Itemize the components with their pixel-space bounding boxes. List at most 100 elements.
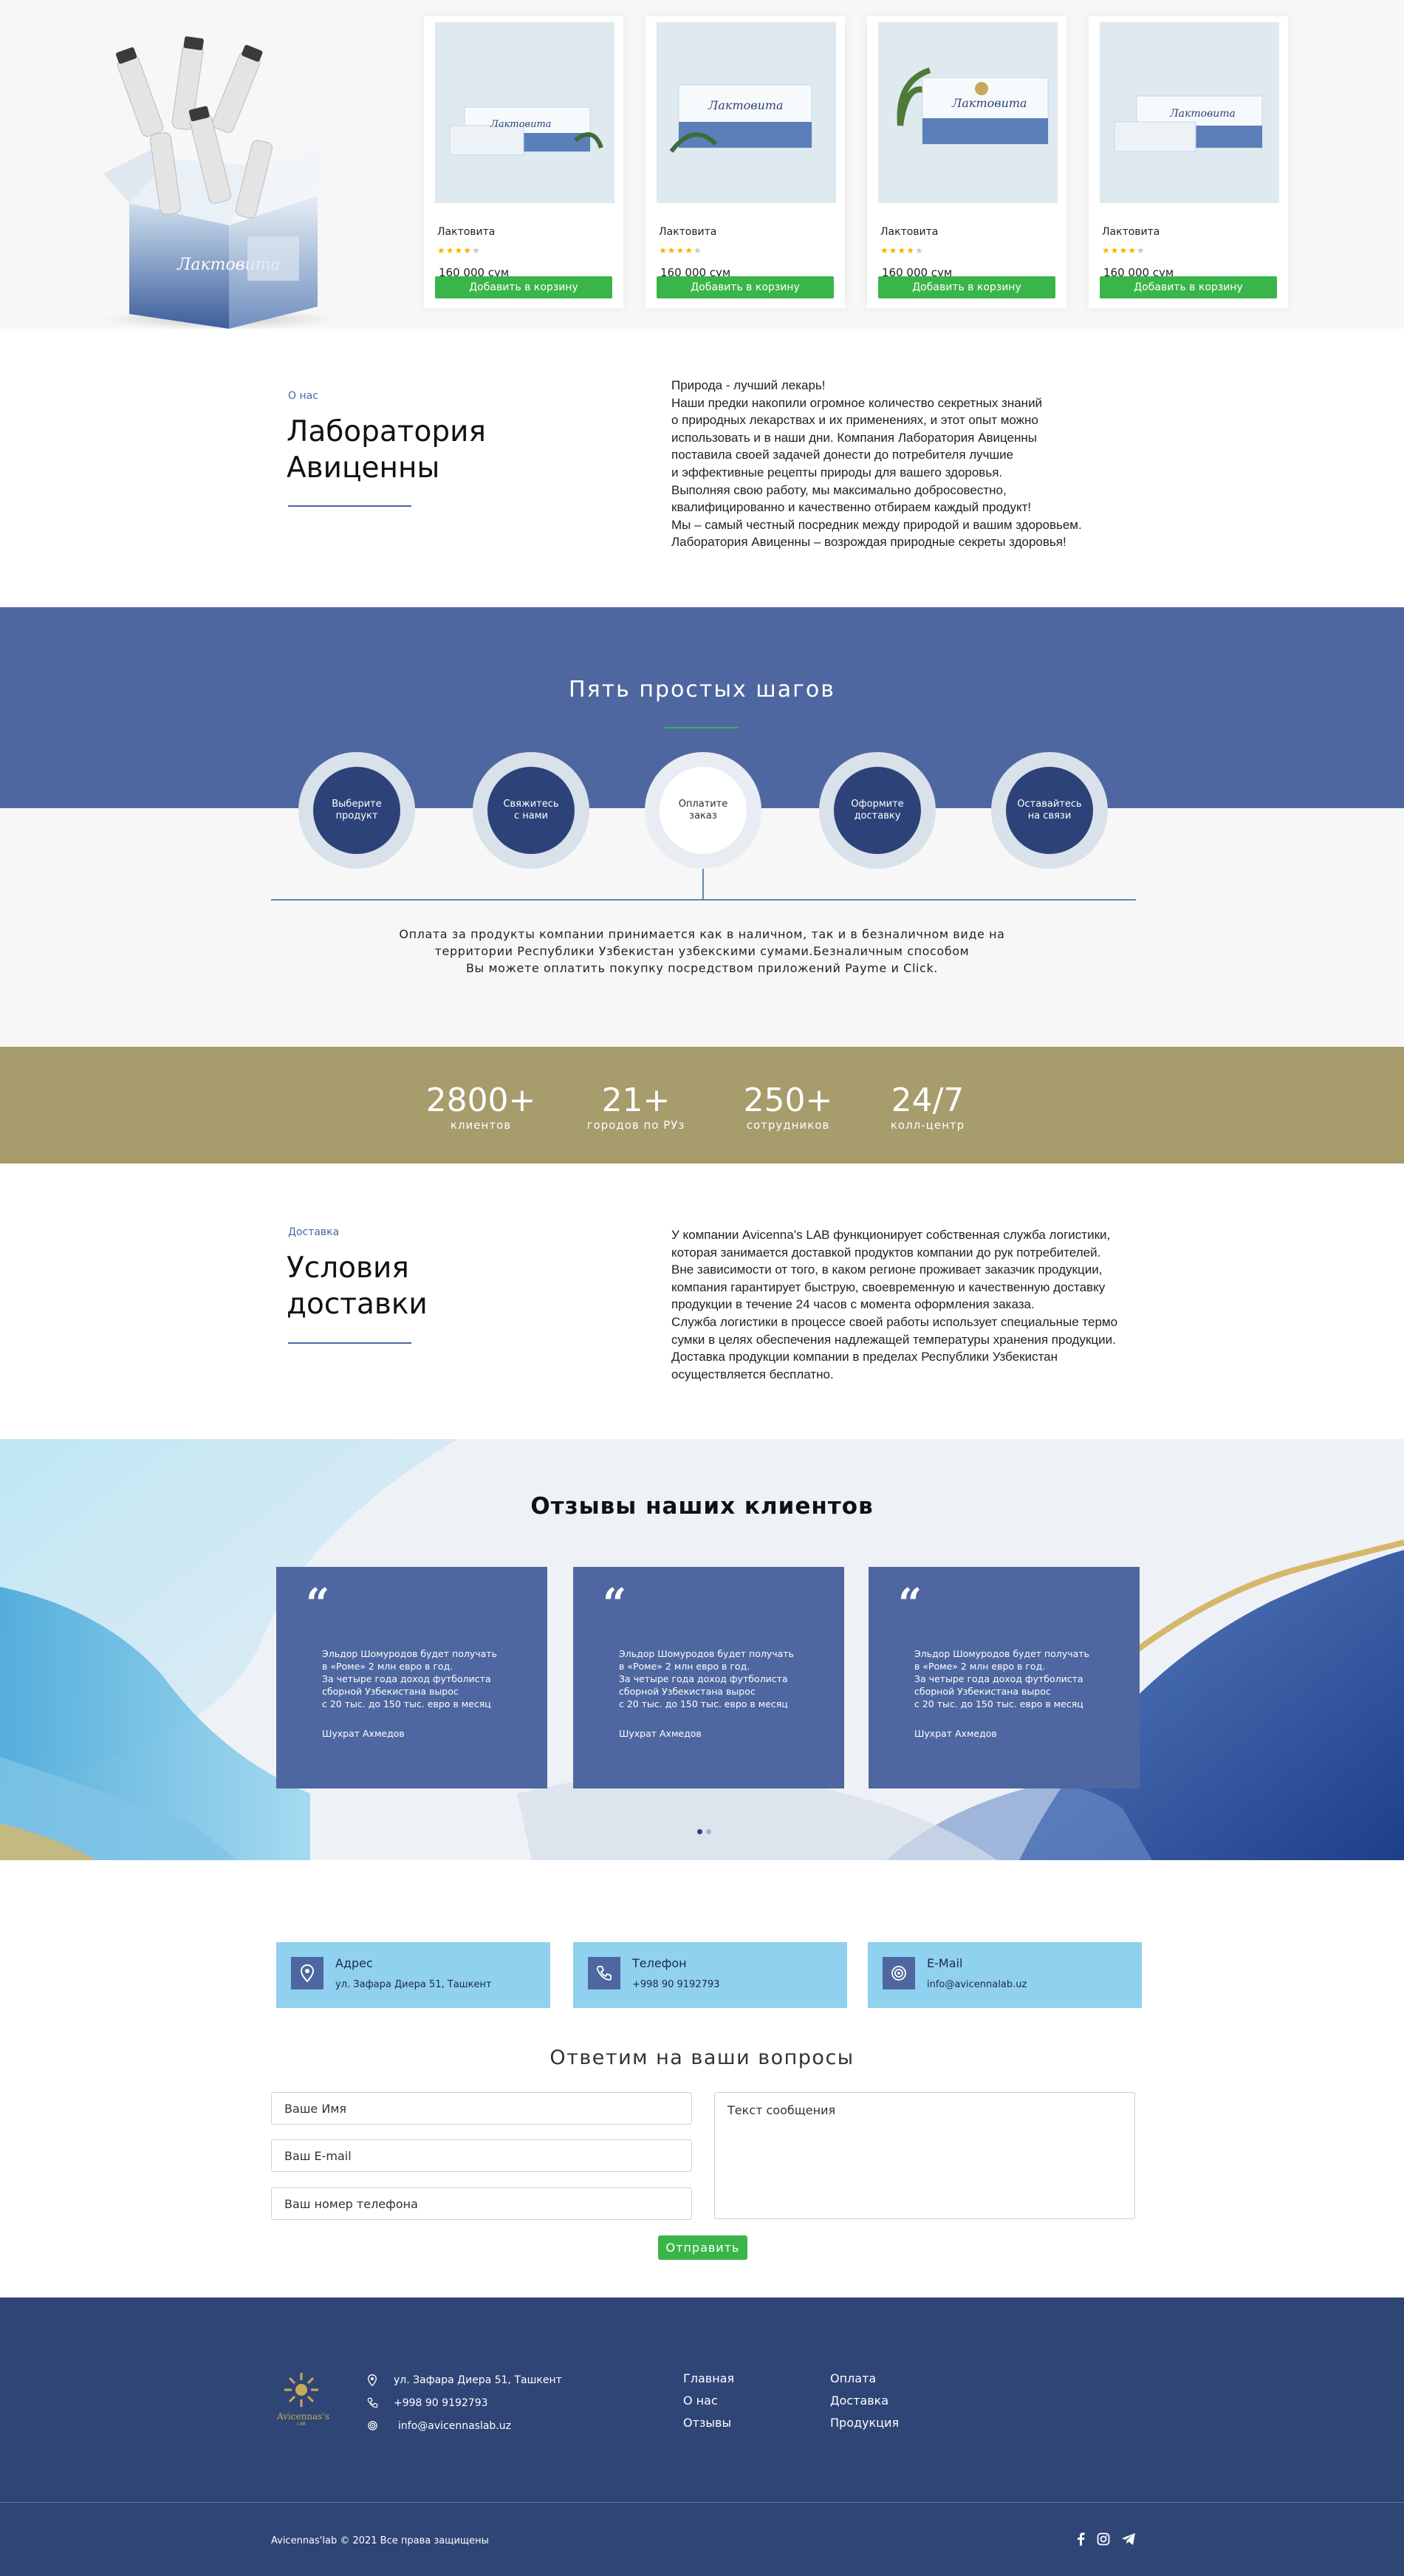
quote-icon: “: [306, 1579, 330, 1628]
stat-label: клиентов: [450, 1118, 512, 1132]
footer-logo-sub: LAB: [297, 2422, 306, 2427]
product-card: Лактовита Лактовита ★★★★★ 160 000 сум До…: [646, 16, 845, 308]
product-name[interactable]: Лактовита: [437, 226, 495, 238]
phone-icon: [588, 1957, 620, 1989]
svg-text:Лактовита: Лактовита: [490, 119, 552, 130]
about-kicker: О нас: [288, 390, 318, 402]
instagram-icon[interactable]: [1097, 2532, 1110, 2546]
add-to-cart-button[interactable]: Добавить в корзину: [657, 276, 834, 298]
contact-value[interactable]: +998 90 9192793: [632, 1979, 719, 1990]
footer-copyright: Avicennas'lab © 2021 Все права защищены: [271, 2535, 489, 2546]
phone-input[interactable]: Ваш номер телефона: [271, 2187, 692, 2220]
product-box-image: Лактовита: [89, 15, 340, 329]
delivery-title-underline: [288, 1342, 411, 1344]
footer-link-delivery[interactable]: Доставка: [830, 2394, 888, 2408]
footer-link-about[interactable]: О нас: [683, 2394, 718, 2408]
review-text: Эльдор Шомуродов будет получать в «Роме»…: [914, 1648, 1089, 1709]
step-label: Оставайтесь на связи: [1017, 799, 1082, 821]
footer-email[interactable]: info@avicennaslab.uz: [398, 2420, 511, 2432]
footer-link-products[interactable]: Продукция: [830, 2416, 899, 2430]
form-title: Ответим на ваши вопросы: [549, 2046, 855, 2069]
step-button[interactable]: Оставайтесь на связи: [1006, 767, 1093, 854]
review-text: Эльдор Шомуродов будет получать в «Роме»…: [619, 1648, 794, 1709]
delivery-kicker: Доставка: [288, 1226, 340, 1238]
product-image[interactable]: Лактовита: [435, 22, 614, 203]
stat-value: 24/7: [891, 1082, 965, 1119]
svg-text:Лактовита: Лактовита: [708, 98, 784, 112]
step-circle: Свяжитесь с нами: [473, 752, 589, 869]
about-text: Природа - лучший лекарь! Наши предки нак…: [671, 378, 1082, 550]
stats-section: 2800+ клиентов 21+ городов по РУз 250+ с…: [0, 1047, 1404, 1164]
step-label: Оформите доставку: [851, 799, 904, 821]
product-image[interactable]: Лактовита: [878, 22, 1058, 203]
product-image[interactable]: Лактовита: [657, 22, 836, 203]
stat-value: 2800+: [425, 1082, 536, 1119]
delivery-title: Условия доставки: [287, 1251, 428, 1321]
product-rating: ★★★★★: [437, 245, 481, 256]
footer-phone[interactable]: +998 90 9192793: [394, 2397, 488, 2409]
review-card: “ Эльдор Шомуродов будет получать в «Ром…: [869, 1567, 1140, 1788]
step-circle: Оформите доставку: [819, 752, 936, 869]
quote-icon: “: [603, 1579, 627, 1628]
product-name[interactable]: Лактовита: [659, 226, 716, 238]
step-circle-active: Оплатите заказ: [645, 752, 761, 869]
product-rating: ★★★★★: [659, 245, 702, 256]
location-pin-icon: [367, 2374, 377, 2386]
quote-icon: “: [898, 1579, 922, 1628]
review-author: Шухрат Ахмедов: [619, 1728, 702, 1739]
name-input[interactable]: Ваше Имя: [271, 2092, 692, 2125]
location-pin-icon: [291, 1957, 323, 1989]
submit-button[interactable]: Отправить: [658, 2235, 747, 2260]
add-to-cart-button[interactable]: Добавить в корзину: [878, 276, 1055, 298]
step-button[interactable]: Свяжитесь с нами: [487, 767, 575, 854]
step-label: Выберите продукт: [332, 799, 382, 821]
facebook-icon[interactable]: [1075, 2532, 1086, 2546]
step-label: Оплатите заказ: [678, 799, 728, 821]
product-image[interactable]: Лактовита: [1100, 22, 1279, 203]
product-card: Лактовита Лактовита ★★★★★ 160 000 сум До…: [1089, 16, 1288, 308]
contact-title: E-Mail: [927, 1956, 963, 1970]
review-author: Шухрат Ахмедов: [914, 1728, 997, 1739]
step-button[interactable]: Оплатите заказ: [660, 767, 747, 854]
step-button[interactable]: Оформите доставку: [834, 767, 921, 854]
phone-icon: [367, 2397, 378, 2408]
step-label: Свяжитесь с нами: [503, 799, 559, 821]
footer-divider: [0, 2502, 1404, 2503]
step-button[interactable]: Выберите продукт: [313, 767, 400, 854]
step-circle: Выберите продукт: [298, 752, 415, 869]
logo-emblem-icon: [284, 2373, 318, 2407]
step-circle: Оставайтесь на связи: [991, 752, 1108, 869]
carousel-dot[interactable]: [706, 1829, 711, 1834]
review-card: “ Эльдор Шомуродов будет получать в «Ром…: [573, 1567, 844, 1788]
telegram-icon[interactable]: [1121, 2532, 1136, 2546]
product-card: Лактовита Лактовита ★★★★★ 160 000 сум До…: [867, 16, 1066, 308]
contact-email-box: E-Mail info@avicennalab.uz: [868, 1942, 1142, 2008]
footer-link-payment[interactable]: Оплата: [830, 2371, 876, 2385]
footer-link-home[interactable]: Главная: [683, 2371, 734, 2385]
contact-value[interactable]: info@avicennalab.uz: [927, 1979, 1027, 1990]
message-textarea[interactable]: Текст сообщения: [714, 2092, 1135, 2219]
email-input[interactable]: Ваш E-mail: [271, 2139, 692, 2172]
svg-text:Лактовита: Лактовита: [1169, 108, 1236, 120]
at-icon: [883, 1957, 915, 1989]
footer-logo[interactable]: Avicennas's LAB: [277, 2371, 329, 2430]
reviews-title: Отзывы наших клиентов: [530, 1493, 874, 1520]
name-input-placeholder: Ваше Имя: [284, 2101, 347, 2116]
add-to-cart-button[interactable]: Добавить в корзину: [435, 276, 612, 298]
add-to-cart-button[interactable]: Добавить в корзину: [1100, 276, 1277, 298]
footer-link-reviews[interactable]: Отзывы: [683, 2416, 731, 2430]
product-name[interactable]: Лактовита: [880, 226, 938, 238]
phone-input-placeholder: Ваш номер телефона: [284, 2196, 418, 2211]
product-name[interactable]: Лактовита: [1102, 226, 1160, 238]
reviews-section: Отзывы наших клиентов “ Эльдор Шомуродов…: [0, 1439, 1404, 1860]
contact-title: Адрес: [335, 1956, 373, 1970]
steps-title-underline: [665, 727, 739, 728]
stat-label: колл-центр: [890, 1118, 965, 1132]
steps-title: Пять простых шагов: [569, 677, 835, 703]
svg-text:Лактовита: Лактовита: [951, 96, 1027, 110]
review-card: “ Эльдор Шомуродов будет получать в «Ром…: [276, 1567, 547, 1788]
contact-address-box: Адрес ул. Зафара Диера 51, Ташкент: [276, 1942, 550, 2008]
carousel-dot-active[interactable]: [697, 1829, 702, 1834]
review-text: Эльдор Шомуродов будет получать в «Роме»…: [322, 1648, 497, 1709]
delivery-text: У компании Avicenna’s LAB функционирует …: [671, 1228, 1118, 1381]
